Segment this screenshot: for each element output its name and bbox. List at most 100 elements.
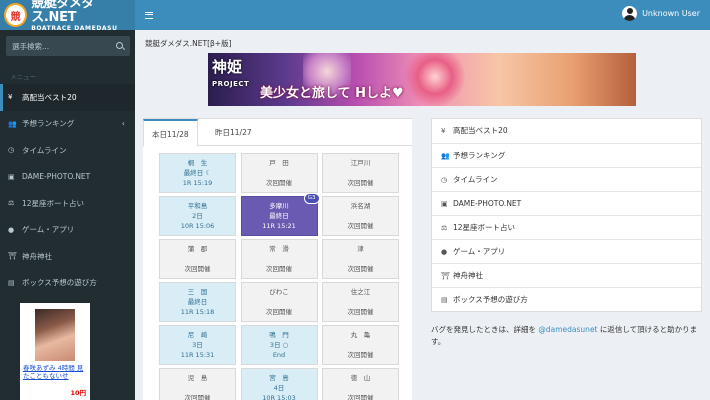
venue-race-info: 次回開催 <box>347 178 374 187</box>
ad-image[interactable] <box>35 309 75 361</box>
clock-icon: ◷ <box>441 176 448 184</box>
search-icon[interactable] <box>116 42 123 49</box>
venue-day: 最終日 <box>187 297 208 306</box>
user-avatar-icon <box>622 6 638 21</box>
right-menu-item-8[interactable]: ▤ ボックス予想の遊び方 <box>432 287 701 311</box>
right-menu-item-5[interactable]: ⚖ 12星座ボート占い <box>432 215 701 239</box>
right-menu-label: DAME-PHOTO.NET <box>453 199 522 208</box>
venue-cell[interactable]: びわこ 次回開催 <box>240 282 318 322</box>
venue-name: 津 <box>357 244 364 253</box>
sidebar-item-2[interactable]: 👥 予想ランキング ‹ <box>0 111 135 138</box>
venue-race-info: 10R 15:03 <box>262 393 296 400</box>
sidebar-item-label: 神舟神社 <box>22 251 52 261</box>
right-menu-label: 予想ランキング <box>453 151 506 160</box>
venue-cell[interactable]: 宮 島 4日 10R 15:03 <box>240 368 318 400</box>
site-title: 競艇ダメダス.NET <box>31 0 95 25</box>
site-logo[interactable]: 競 競艇ダメダス.NET BOATRACE DAMEDASU <box>0 0 135 32</box>
right-menu-item-7[interactable]: ⛩ 神舟神社 <box>432 263 701 287</box>
venue-race-info: 次回開催 <box>347 393 374 400</box>
venue-name: 三 国 <box>187 287 208 296</box>
venue-cell[interactable]: 住之江 次回開催 <box>322 282 399 322</box>
sidebar-item-5[interactable]: ⚖ 12星座ボート占い <box>0 190 135 217</box>
venue-cell[interactable]: 戸 田次回開催 <box>240 153 318 193</box>
sidebar-item-label: タイムライン <box>22 145 67 155</box>
sidebar-item-8[interactable]: ▤ ボックス予想の遊び方 <box>0 270 135 297</box>
sidebar-item-label: DAME-PHOTO.NET <box>22 172 91 182</box>
venue-race-info: 次回開催 <box>266 264 292 273</box>
bug-report-note: バグを発見したときは、詳細を @damedasunet に返信して頂けると助かり… <box>431 324 702 348</box>
venue-cell[interactable]: 丸 亀次回開催 <box>322 325 399 365</box>
users-icon: 👥 <box>8 119 17 128</box>
venue-cell[interactable]: 平和島 2日 10R 15:06 <box>159 196 236 236</box>
sidebar-nav: ¥ 高配当ベスト20 👥 予想ランキング ‹ ◷ タイムライン ▣ DAME-PHOTO.NET… <box>0 84 135 296</box>
venue-race-info: 次回開催 <box>347 221 374 230</box>
venue-cell[interactable]: 鳴 門 3日 ○ End <box>240 325 318 365</box>
right-menu-item-3[interactable]: ◷ タイムライン <box>432 167 701 191</box>
venue-cell[interactable]: 蒲 郡次回開催 <box>159 239 236 279</box>
venue-race-info: 次回開催 <box>184 264 211 273</box>
gamepad-icon: ● <box>441 248 448 256</box>
venue-cell[interactable]: 多摩川 最終日 11R 15:21 G3 <box>240 193 320 236</box>
menu-toggle-icon[interactable] <box>145 11 153 19</box>
venue-race-info: End <box>272 350 286 359</box>
venue-race-info: 次回開催 <box>266 307 292 316</box>
sidebar-item-label: ゲーム・アプリ <box>22 225 75 235</box>
venue-cell[interactable]: 児 島次回開催 <box>159 368 236 400</box>
venue-cell[interactable]: 津次回開催 <box>322 239 399 279</box>
venue-day: 3日 <box>192 340 203 349</box>
sidebar-item-4[interactable]: ▣ DAME-PHOTO.NET <box>0 164 135 191</box>
venue-panel: 本日11/28 昨日11/27 桐 生最終日 ☾ 1R 15:19 戸 田次回開催江… <box>143 118 412 400</box>
sidebar-item-3[interactable]: ◷ タイムライン <box>0 137 135 164</box>
right-menu-label: ゲーム・アプリ <box>453 247 506 256</box>
right-menu-label: 神舟神社 <box>453 271 483 280</box>
venue-cell[interactable]: 江戸川 次回開催 <box>322 153 399 193</box>
sidebar-item-label: 12星座ボート占い <box>22 198 85 208</box>
tab-today[interactable]: 本日11/28 <box>143 119 198 147</box>
venue-name: 蒲 郡 <box>187 244 208 253</box>
venue-cell[interactable]: 浜名湖 次回開催 <box>322 196 399 236</box>
venue-race-info: 次回開催 <box>347 307 374 316</box>
user-name: Unknown User <box>642 9 700 18</box>
right-menu-item-4[interactable]: ▣ DAME-PHOTO.NET <box>432 191 701 215</box>
sidebar-ad[interactable]: 春咲あずみ 4時間 見たこともないせ 10円 <box>20 303 90 400</box>
right-menu-label: タイムライン <box>453 175 498 184</box>
venue-name: 尼 崎 <box>187 330 208 339</box>
balance-scale-icon: ⚖ <box>8 199 15 208</box>
venue-name: 児 島 <box>187 373 208 382</box>
venue-name: 平和島 <box>187 201 208 210</box>
logo-mark-icon: 競 <box>4 3 28 27</box>
sidebar-item-6[interactable]: ● ゲーム・アプリ <box>0 217 135 244</box>
tab-yesterday[interactable]: 昨日11/27 <box>207 119 260 146</box>
balance-scale-icon: ⚖ <box>441 224 448 232</box>
banner-ad[interactable]: 神姫 PROJECT 美少女と旅して Hしよ♥ <box>208 53 636 106</box>
twitter-link[interactable]: @damedasunet <box>538 325 597 334</box>
venue-cell[interactable]: 常 滑次回開催 <box>240 239 318 279</box>
venue-grid: 桐 生最終日 ☾ 1R 15:19 戸 田次回開催 江戸川 次回開催 平和島 2日 10R 1… <box>159 153 399 400</box>
venue-day: 最終日 ☾ <box>183 168 212 177</box>
venue-day: 最終日 <box>269 211 289 220</box>
right-menu-item-6[interactable]: ● ゲーム・アプリ <box>432 239 701 263</box>
day-tabs: 本日11/28 昨日11/27 <box>143 119 412 147</box>
ad-link[interactable]: 春咲あずみ 4時間 見たこともないせ <box>23 364 87 380</box>
venue-cell[interactable]: 桐 生最終日 ☾ 1R 15:19 <box>159 153 236 193</box>
venue-cell[interactable]: 尼 崎 3日 11R 15:31 <box>159 325 236 365</box>
player-search-input[interactable] <box>12 41 112 51</box>
right-menu-item-1[interactable]: ¥ 高配当ベスト20 <box>432 119 701 143</box>
venue-name: 丸 亀 <box>350 330 371 339</box>
venue-cell[interactable]: 徳 山次回開催 <box>322 368 399 400</box>
venue-name: 江戸川 <box>350 158 371 167</box>
note-text: バグを発見したときは、詳細を <box>431 325 539 334</box>
venue-race-info: 次回開催 <box>266 178 292 187</box>
venue-name: 戸 田 <box>269 158 289 167</box>
chevron-left-icon[interactable]: ‹ <box>122 119 125 128</box>
right-menu-label: ボックス予想の遊び方 <box>453 295 528 304</box>
right-menu-item-2[interactable]: 👥 予想ランキング <box>432 143 701 167</box>
venue-cell[interactable]: 三 国最終日 11R 15:18 <box>159 282 236 322</box>
user-menu[interactable]: Unknown User <box>622 6 700 21</box>
venue-race-info: 次回開催 <box>347 264 374 273</box>
banner-logo: 神姫 <box>212 58 243 76</box>
venue-race-info: 10R 15:06 <box>180 221 215 230</box>
venue-name: 宮 島 <box>269 373 289 382</box>
sidebar-item-1[interactable]: ¥ 高配当ベスト20 <box>0 84 135 111</box>
sidebar-item-7[interactable]: ⛩ 神舟神社 <box>0 243 135 270</box>
